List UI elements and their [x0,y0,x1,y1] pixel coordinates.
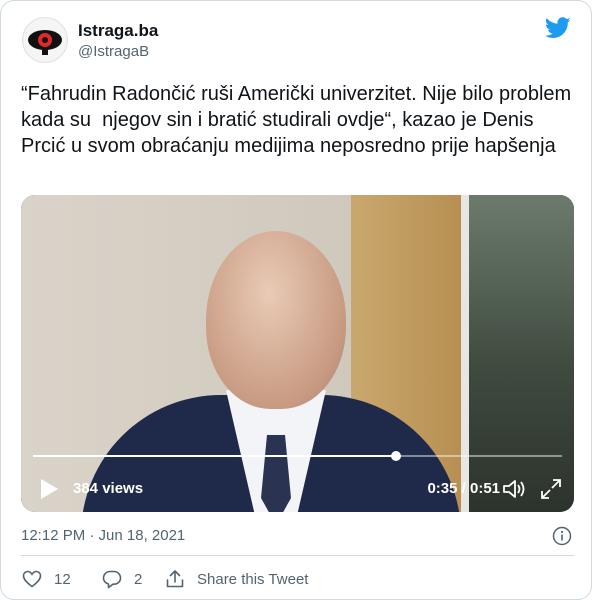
play-icon[interactable] [39,478,59,500]
video-frame-head [206,231,346,409]
video-frame-window [461,195,574,512]
reply-icon [102,570,122,589]
video-frame-window-bar [461,195,469,512]
share-icon [166,570,184,588]
share-button[interactable]: Share this Tweet [165,568,308,590]
istraga-logo-icon [28,30,62,55]
video-time: 0:35 / 0:51 [427,480,500,497]
info-icon[interactable] [552,526,572,546]
tweet-timestamp[interactable]: 12:12 PM · Jun 18, 2021 [21,527,185,544]
share-label: Share this Tweet [197,570,309,588]
divider [21,555,574,556]
avatar[interactable] [22,17,68,63]
heart-icon [22,570,42,588]
reply-count: 2 [134,570,143,588]
video-progress-fill [33,455,396,457]
tweet-text: “Fahrudin Radončić ruši Američki univerz… [21,83,577,157]
author-name[interactable]: Istraga.ba [78,21,158,41]
author-handle[interactable]: @IstragaB [78,43,149,60]
video-progress-knob[interactable] [390,451,401,461]
twitter-bird-icon[interactable] [545,17,571,39]
like-count: 12 [54,570,71,588]
video-views: 384 views [73,480,144,497]
video-player[interactable]: 384 views 0:35 / 0:51 [21,195,574,512]
video-progress-bar[interactable] [33,451,562,461]
like-button[interactable]: 12 [22,568,71,590]
volume-icon[interactable] [502,478,526,500]
fullscreen-icon[interactable] [540,478,562,500]
tweet-card: Istraga.ba @IstragaB “Fahrudin Radončić … [0,0,592,600]
reply-button[interactable]: 2 [102,568,142,590]
